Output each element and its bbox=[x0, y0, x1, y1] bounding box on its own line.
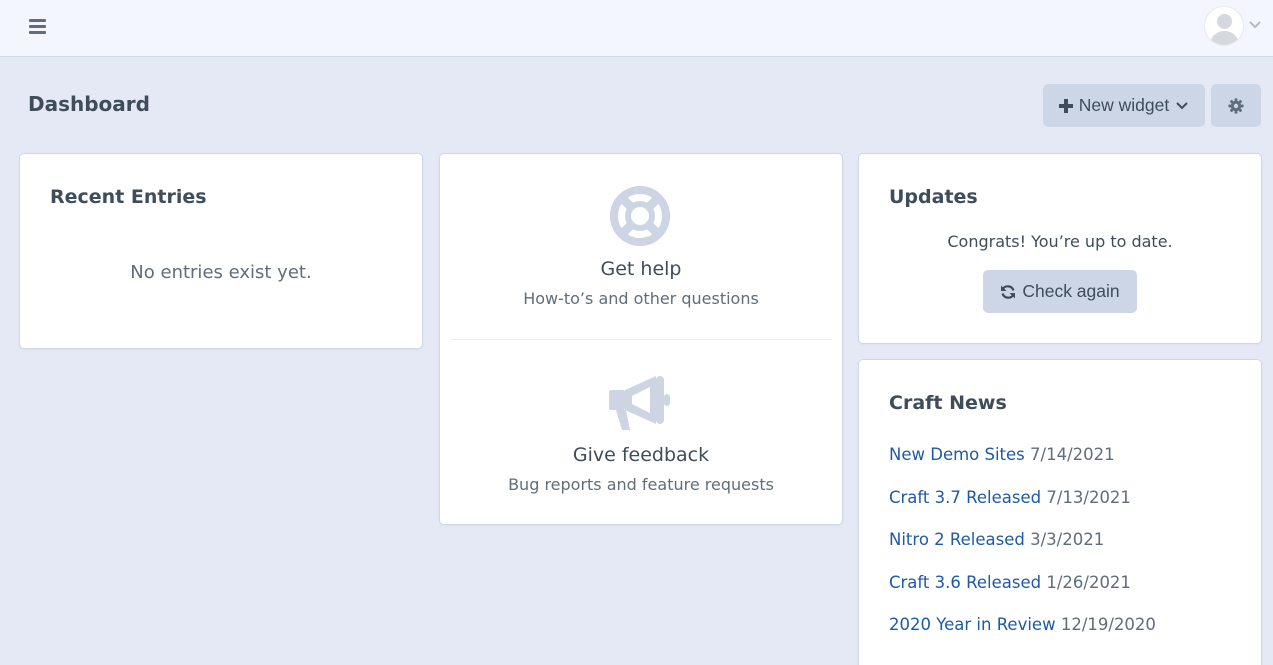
help-item-description: Bug reports and feature requests bbox=[508, 475, 774, 494]
user-avatar-icon bbox=[1204, 6, 1244, 46]
news-date: 7/14/2021 bbox=[1030, 445, 1115, 464]
update-status-text: Congrats! You’re up to date. bbox=[947, 232, 1173, 251]
news-link[interactable]: New Demo Sites bbox=[889, 445, 1025, 464]
widget-title: Recent Entries bbox=[50, 186, 207, 208]
empty-state-text: No entries exist yet. bbox=[130, 262, 312, 283]
recent-entries-widget: Recent Entries No entries exist yet. bbox=[19, 153, 423, 349]
news-item: 2020 Year in Review 12/19/2020 bbox=[889, 615, 1156, 658]
gear-icon bbox=[1228, 97, 1244, 114]
craft-news-widget: Craft News New Demo Sites 7/14/2021 Craf… bbox=[858, 359, 1262, 665]
check-again-button[interactable]: Check again bbox=[983, 270, 1137, 313]
widget-title: Updates bbox=[889, 186, 978, 208]
news-date: 3/3/2021 bbox=[1030, 530, 1105, 549]
top-bar bbox=[0, 0, 1273, 57]
check-again-label: Check again bbox=[1022, 281, 1120, 301]
news-date: 12/19/2020 bbox=[1060, 615, 1156, 634]
help-item-title: Give feedback bbox=[572, 444, 710, 466]
help-item-description: How-to’s and other questions bbox=[523, 289, 759, 308]
get-help-link[interactable]: Get help How-to’s and other questions bbox=[440, 154, 842, 340]
chevron-down-icon bbox=[1249, 21, 1261, 29]
megaphone-icon bbox=[609, 376, 670, 430]
news-link[interactable]: Craft 3.6 Released bbox=[889, 573, 1041, 592]
plus-icon bbox=[1058, 98, 1073, 113]
news-list: New Demo Sites 7/14/2021 Craft 3.7 Relea… bbox=[889, 445, 1156, 658]
news-item: Craft 3.6 Released 1/26/2021 bbox=[889, 573, 1156, 616]
new-widget-label: New widget bbox=[1078, 95, 1170, 115]
news-link[interactable]: Nitro 2 Released bbox=[889, 530, 1025, 549]
news-item: Nitro 2 Released 3/3/2021 bbox=[889, 530, 1156, 573]
refresh-icon bbox=[1001, 284, 1016, 299]
chevron-down-icon bbox=[1176, 101, 1188, 109]
news-date: 7/13/2021 bbox=[1046, 487, 1131, 507]
new-widget-button[interactable]: New widget bbox=[1043, 84, 1205, 127]
give-feedback-link[interactable]: Give feedback Bug reports and feature re… bbox=[440, 340, 842, 526]
lifebuoy-icon bbox=[610, 186, 670, 246]
help-item-title: Get help bbox=[600, 258, 682, 280]
page-title: Dashboard bbox=[28, 92, 150, 116]
user-menu-button[interactable] bbox=[1204, 6, 1266, 46]
hamburger-icon[interactable] bbox=[27, 17, 49, 35]
feedback-widget: Get help How-to’s and other questions Gi… bbox=[439, 153, 843, 525]
news-link[interactable]: Craft 3.7 Released bbox=[889, 488, 1041, 507]
dashboard-settings-button[interactable] bbox=[1211, 84, 1261, 127]
news-link[interactable]: 2020 Year in Review bbox=[889, 615, 1056, 634]
news-date: 1/26/2021 bbox=[1046, 572, 1131, 592]
news-item: New Demo Sites 7/14/2021 bbox=[889, 445, 1156, 488]
widget-title: Craft News bbox=[889, 392, 1007, 414]
news-item: Craft 3.7 Released 7/13/2021 bbox=[889, 488, 1156, 531]
updates-widget: Updates Congrats! You’re up to date. Che… bbox=[858, 153, 1262, 344]
